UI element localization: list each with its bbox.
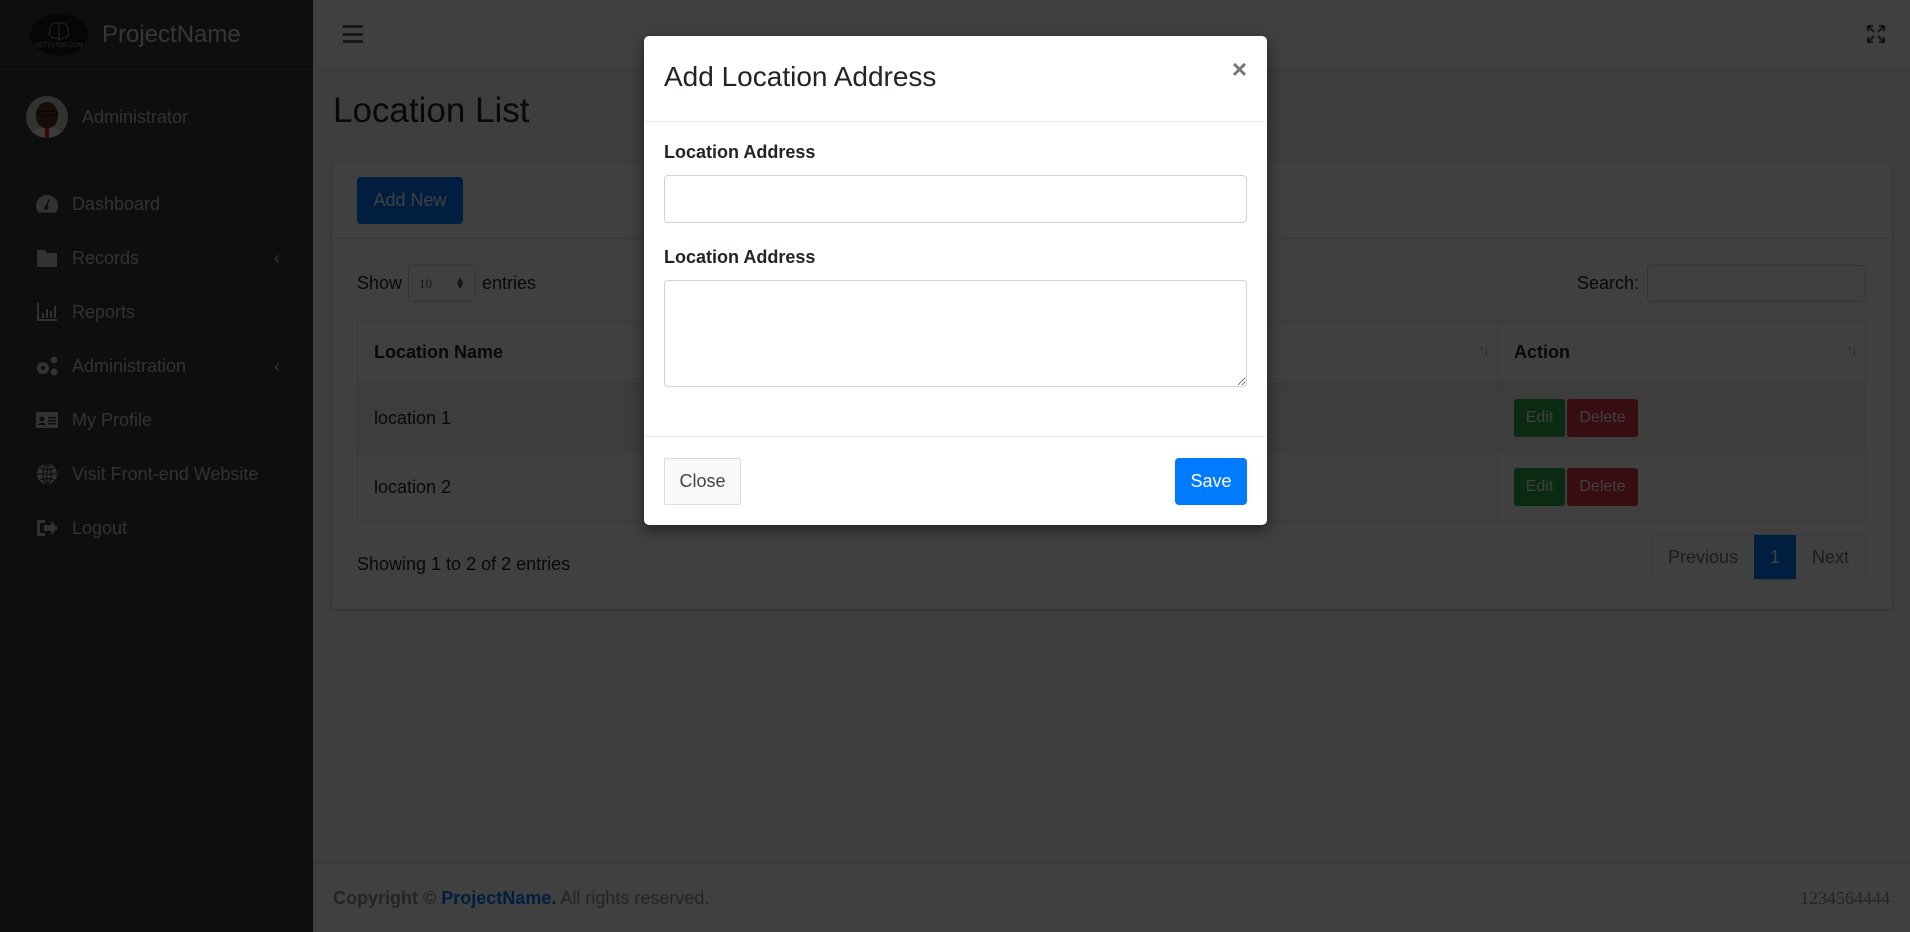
modal-footer: Close Save xyxy=(644,436,1267,525)
modal-title: Add Location Address xyxy=(664,61,937,92)
save-button[interactable]: Save xyxy=(1175,458,1247,505)
location-address-textarea[interactable] xyxy=(664,280,1247,387)
modal-header: Add Location Address × xyxy=(644,36,1267,122)
location-address-label: Location Address xyxy=(664,142,816,162)
modal-body: Location Address Location Address xyxy=(644,122,1267,407)
close-button[interactable]: Close xyxy=(664,458,741,505)
add-location-modal: Add Location Address × Location Address … xyxy=(644,36,1267,525)
location-address-textarea-label: Location Address xyxy=(664,247,816,267)
location-address-input[interactable] xyxy=(664,175,1247,223)
close-icon[interactable]: × xyxy=(1232,56,1247,82)
